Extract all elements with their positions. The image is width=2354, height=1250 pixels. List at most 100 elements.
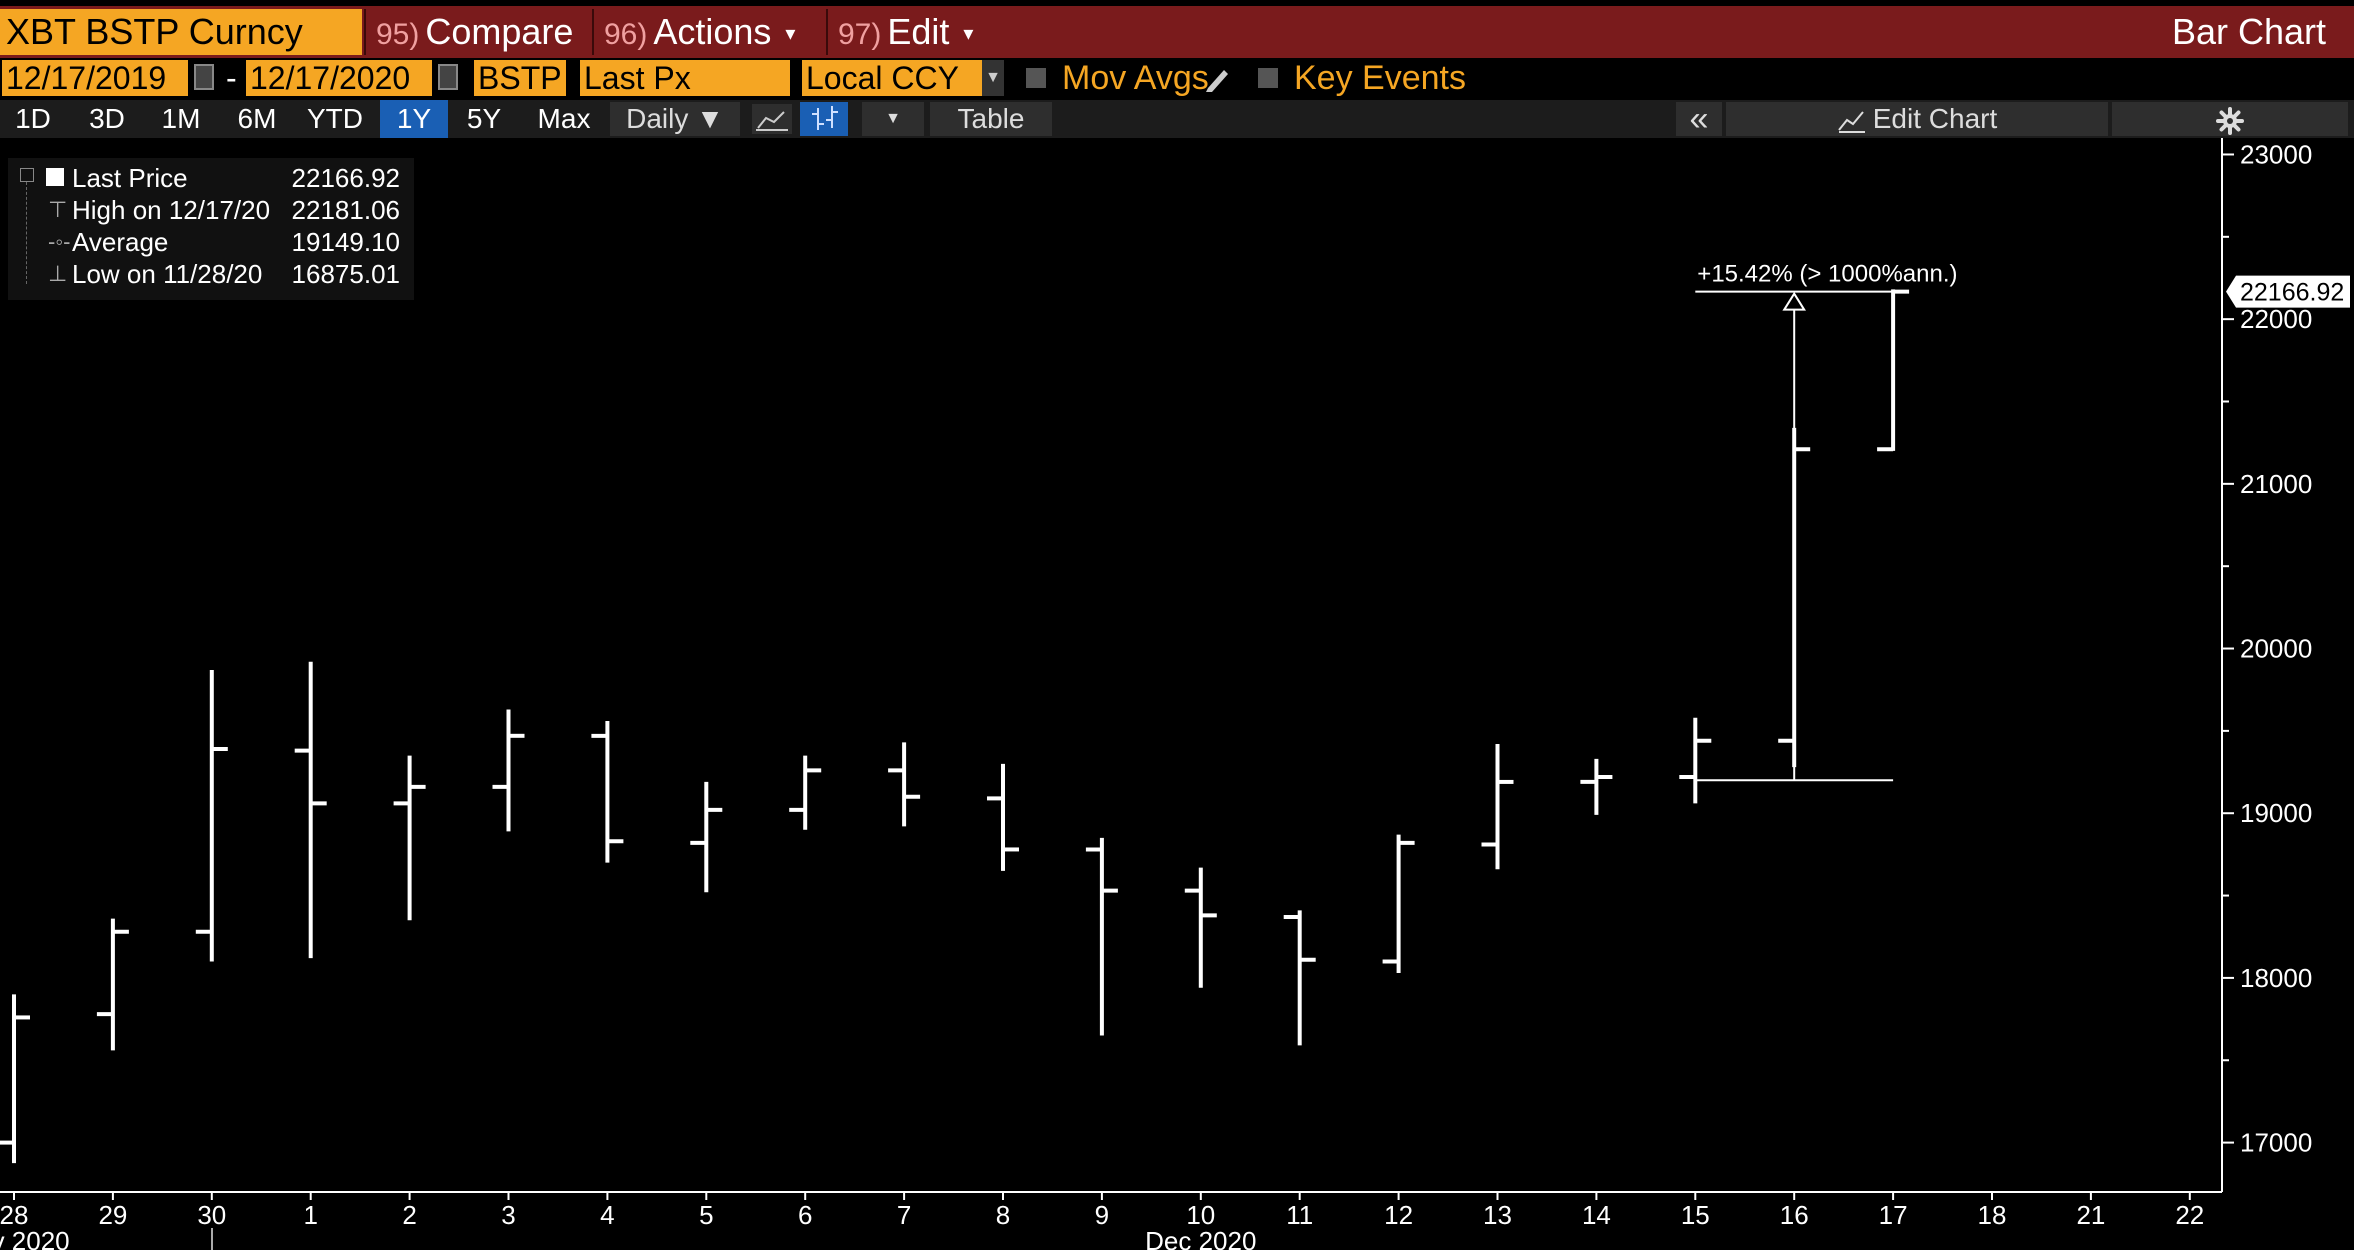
edit-menu[interactable]: 97) Edit ▾	[826, 9, 998, 55]
compare-menu-label: Compare	[425, 11, 574, 52]
table-button[interactable]: Table	[930, 102, 1052, 136]
calendar-icon[interactable]	[194, 64, 214, 90]
y-tick-label: 23000	[2240, 139, 2312, 169]
ohlc-bar-28	[0, 994, 30, 1164]
month-label: Dec 2020	[1145, 1226, 1256, 1250]
ticker-field[interactable]: XBT BSTP Curncy	[0, 9, 362, 55]
ohlc-bar-30	[195, 669, 228, 962]
actions-menu-number: 96)	[604, 18, 648, 51]
low-marker-icon: ⊥	[48, 261, 68, 286]
ohlc-bar-12	[1382, 834, 1415, 973]
ohlc-bar-7	[888, 742, 921, 827]
x-tick-label: 21	[2076, 1200, 2105, 1230]
y-tick-label: 22000	[2240, 304, 2312, 334]
x-tick-label: 11	[1286, 1200, 1313, 1230]
header-bar: XBT BSTP Curncy 95) Compare 96) Actions ▾ 9…	[0, 6, 2354, 58]
collapse-button[interactable]: «	[1676, 102, 1722, 136]
x-tick-label: 3	[501, 1200, 515, 1230]
controls-bar: 12/17/2019 - 12/17/2020 BSTP Last Px Loc…	[0, 58, 2354, 100]
calendar-icon[interactable]	[438, 64, 458, 90]
edit-menu-number: 97)	[838, 18, 882, 51]
y-axis: 17000 18000 19000 20000 21000 22000 23000 22166…	[2221, 138, 2350, 1192]
legend-label: Last Price	[72, 163, 188, 193]
mov-avgs-checkbox[interactable]	[1026, 68, 1046, 88]
ohlc-bar-3	[492, 709, 525, 832]
settings-button[interactable]	[2112, 102, 2348, 136]
x-tick-label: 15	[1681, 1200, 1710, 1230]
x-tick-label: 14	[1582, 1200, 1611, 1230]
x-tick-label: 13	[1483, 1200, 1512, 1230]
legend-high: ⊤ High on 12/17/20 22181.06	[8, 194, 408, 226]
x-tick-label: 6	[798, 1200, 812, 1230]
ohlc-bar-5	[690, 781, 723, 893]
chevron-down-icon[interactable]: ▼	[982, 60, 1004, 96]
x-tick-label: 5	[699, 1200, 713, 1230]
tab-ytd[interactable]: YTD	[298, 100, 372, 138]
tab-6m[interactable]: 6M	[222, 100, 292, 138]
page-title: Bar Chart	[2171, 11, 2326, 52]
x-tick-label: 17	[1879, 1200, 1908, 1230]
last-price-label: 22166.92	[2240, 279, 2344, 307]
ohlc-bar-10	[1184, 867, 1217, 988]
chart-type-dropdown[interactable]: ▼	[862, 102, 924, 136]
legend-value: 19149.10	[291, 227, 400, 257]
chevron-down-icon: ▾	[785, 23, 796, 46]
ohlc-bar-4	[591, 720, 624, 863]
legend-value: 22181.06	[291, 195, 400, 225]
ohlc-bar-11	[1283, 910, 1316, 1046]
tab-5y[interactable]: 5Y	[454, 100, 514, 138]
x-tick-label: 12	[1384, 1200, 1413, 1230]
y-tick-label: 21000	[2240, 469, 2312, 499]
key-events-label[interactable]: Key Events	[1294, 60, 1466, 96]
edit-chart-button[interactable]: Edit Chart	[1726, 102, 2108, 136]
tab-1d[interactable]: 1D	[0, 100, 66, 138]
compare-menu[interactable]: 95) Compare	[364, 9, 590, 55]
tab-max[interactable]: Max	[526, 100, 602, 138]
currency-select[interactable]: Local CCY	[802, 60, 982, 96]
ohlc-bar-1	[294, 661, 327, 959]
pencil-icon[interactable]	[1202, 64, 1232, 94]
ohlc-bar-9	[1085, 837, 1118, 1036]
legend-value: 16875.01	[291, 259, 400, 289]
price-field-select[interactable]: Last Px	[580, 60, 790, 96]
chevron-down-icon: ▾	[963, 23, 974, 46]
key-events-checkbox[interactable]	[1258, 68, 1278, 88]
end-date-field[interactable]: 12/17/2020	[246, 60, 432, 96]
legend-low: ⊥ Low on 11/28/20 16875.01	[8, 258, 408, 290]
x-tick-label: 8	[996, 1200, 1010, 1230]
source-field[interactable]: BSTP	[474, 60, 566, 96]
x-axis: 2829301234567891011121314151617182122Nov…	[0, 1191, 2222, 1250]
actions-menu[interactable]: 96) Actions ▾	[592, 9, 824, 55]
x-tick-label: 30	[197, 1200, 226, 1230]
actions-menu-label: Actions	[653, 11, 772, 52]
ohlc-bar-15	[1679, 717, 1712, 804]
ohlc-bar-14	[1580, 758, 1613, 815]
x-tick-label: 22	[2175, 1200, 2204, 1230]
mov-avgs-label[interactable]: Mov Avgs	[1062, 60, 1209, 96]
edit-chart-label: Edit Chart	[1872, 103, 1998, 134]
average-marker-icon: -◦-	[48, 229, 71, 254]
price-legend: Last Price 22166.92 ⊤ High on 12/17/20 2…	[8, 158, 414, 300]
period-toolbar: 1D 3D 1M 6M YTD 1Y 5Y Max Daily ▼ ▼ Tabl…	[0, 100, 2354, 138]
start-date-field[interactable]: 12/17/2019	[2, 60, 188, 96]
x-tick-label: 4	[600, 1200, 614, 1230]
ohlc-bar-icon[interactable]	[800, 102, 848, 136]
legend-last-price: Last Price 22166.92	[8, 162, 408, 194]
ohlc-bar-2	[393, 755, 426, 921]
y-tick-label: 20000	[2240, 634, 2312, 664]
ohlc-bar-8	[987, 763, 1019, 871]
frequency-select[interactable]: Daily ▼	[610, 102, 740, 136]
legend-average: -◦- Average 19149.10	[8, 226, 408, 258]
legend-label: High on 12/17/20	[72, 195, 271, 225]
price-chart[interactable]: 2829301234567891011121314151617182122Nov…	[0, 138, 2354, 1250]
ohlc-bars	[0, 289, 1910, 1164]
line-chart-icon[interactable]	[752, 104, 792, 134]
ohlc-bar-6	[789, 755, 822, 830]
month-label: Nov 2020	[0, 1226, 70, 1250]
x-tick-label: 16	[1780, 1200, 1809, 1230]
edit-menu-label: Edit	[887, 11, 950, 52]
tab-1m[interactable]: 1M	[148, 100, 214, 138]
ohlc-bar-29	[96, 918, 129, 1051]
tab-3d[interactable]: 3D	[74, 100, 140, 138]
tab-1y[interactable]: 1Y	[380, 100, 448, 138]
